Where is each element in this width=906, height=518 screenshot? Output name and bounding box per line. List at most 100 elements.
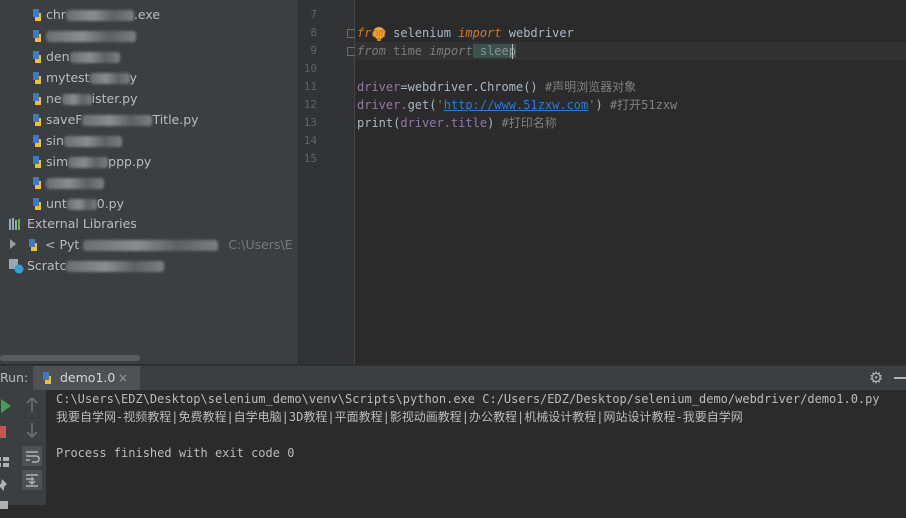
module-name: time [385, 44, 430, 58]
python-sdk-node[interactable]: < Pyt C:\Users\E [26, 234, 293, 255]
run-tab-label: demo1.0 [60, 370, 116, 385]
code-line-9[interactable]: from time import sleep [357, 42, 516, 60]
external-libraries-node[interactable]: External Libraries [8, 213, 137, 234]
project-file-item[interactable]: ne ister.py [30, 88, 138, 109]
project-file-item[interactable] [30, 172, 104, 193]
file-name-tail: .exe [133, 7, 161, 22]
python-file-icon [33, 51, 41, 63]
project-file-item[interactable]: sin [30, 130, 122, 151]
scratches-node[interactable]: Scratc [8, 255, 165, 276]
code-line-12[interactable]: driver.get('http://www.51zxw.com') #打开51… [357, 96, 677, 114]
minimize-icon[interactable] [894, 377, 906, 379]
redacted-text [69, 52, 120, 63]
editor-gutter: 7 8 9 10 11 12 13 14 15 [299, 0, 356, 364]
expand-arrow-icon[interactable] [10, 239, 16, 249]
close-icon[interactable]: × [118, 366, 128, 390]
redacted-text [66, 199, 97, 210]
function-call: get [407, 98, 430, 112]
project-file-item[interactable]: den [30, 46, 120, 67]
import-name: webdriver [501, 26, 574, 40]
operator: = [400, 80, 408, 94]
project-file-item[interactable]: sim ppp.py [30, 151, 151, 172]
line-number: 12 [303, 98, 317, 111]
object: webdriver. [407, 80, 480, 94]
project-horizontal-scrollbar[interactable] [0, 355, 140, 361]
comment: #声明浏览器对象 [544, 80, 637, 94]
comment: #打印名称 [501, 116, 557, 130]
python-file-icon [33, 156, 41, 168]
redacted-text [46, 31, 136, 42]
python-file-icon [43, 372, 51, 384]
external-libraries-label: External Libraries [27, 216, 137, 231]
file-name-tail: ister.py [91, 91, 138, 106]
file-name-tail: y [129, 70, 137, 85]
file-name: sin [46, 133, 64, 148]
down-arrow-icon[interactable] [22, 420, 42, 440]
line-number: 11 [303, 80, 317, 93]
project-file-item[interactable]: mytest y [30, 67, 137, 88]
run-tab-demo[interactable]: demo1.0 × [33, 366, 140, 390]
python-sdk-path: C:\Users\E [228, 237, 293, 252]
redacted-text [63, 136, 122, 147]
python-file-icon [33, 198, 41, 210]
code-editor[interactable]: from selenium import webdriver from time… [355, 0, 906, 364]
paren: () [523, 80, 545, 94]
line-number: 15 [303, 152, 317, 165]
code-line-11[interactable]: driver=webdriver.Chrome() #声明浏览器对象 [357, 78, 636, 96]
python-file-icon [33, 114, 41, 126]
redacted-text [82, 115, 153, 126]
pin-icon[interactable] [0, 476, 12, 496]
project-file-item[interactable] [30, 25, 136, 46]
argument: driver.title [400, 116, 488, 130]
python-file-icon [33, 30, 41, 42]
function-call: Chrome [479, 80, 524, 94]
library-icon [9, 218, 20, 230]
python-file-icon [33, 9, 41, 21]
python-file-icon [33, 177, 41, 189]
project-file-item[interactable]: saveF Title.py [30, 109, 199, 130]
redacted-text [89, 73, 130, 84]
line-number: 13 [303, 116, 317, 129]
redacted-text [46, 178, 104, 189]
paren: ) [487, 116, 502, 130]
print-icon[interactable] [0, 498, 12, 518]
python-sdk-icon [29, 239, 37, 251]
text-caret [512, 44, 513, 59]
stop-icon[interactable] [0, 422, 10, 442]
keyword: from [357, 44, 386, 58]
file-name-tail: ppp.py [108, 154, 152, 169]
redacted-text [66, 261, 165, 272]
rerun-icon[interactable] [0, 396, 16, 416]
keyword: from [357, 26, 386, 40]
project-file-item[interactable]: chr .exe [30, 4, 160, 25]
run-console[interactable]: C:\Users\EDZ\Desktop\selenium_demo\venv\… [47, 390, 906, 505]
redacted-text [61, 94, 92, 105]
redacted-text [65, 10, 134, 21]
function-call: print [357, 116, 394, 130]
scratches-label: Scratc [27, 258, 67, 273]
scratches-icon [9, 259, 24, 274]
code-line-13[interactable]: print(driver.title) #打印名称 [357, 114, 557, 132]
file-name: sim [46, 154, 69, 169]
url-string[interactable]: http://www.51zxw.com [444, 98, 589, 112]
file-name: unt [46, 196, 67, 211]
python-sdk-label: < Pyt [45, 237, 80, 252]
gear-icon[interactable]: ⚙ [869, 369, 883, 387]
paren: ( [429, 98, 437, 112]
up-arrow-icon[interactable] [22, 395, 42, 415]
line-number: 9 [310, 44, 317, 57]
file-name: saveF [46, 112, 83, 127]
soft-wrap-icon[interactable] [22, 446, 42, 466]
paren: ) [595, 98, 610, 112]
file-name-tail: Title.py [152, 112, 199, 127]
line-number: 14 [303, 134, 317, 147]
run-toolbar [0, 390, 46, 509]
project-file-item[interactable]: unt 0.py [30, 193, 124, 214]
project-tool-window: chr .exe den mytest y ne ister.py saveF Titl… [0, 0, 298, 364]
console-line-exit: Process finished with exit code 0 [56, 446, 295, 460]
scroll-to-end-icon[interactable] [22, 470, 42, 490]
layout-icon[interactable] [0, 452, 12, 472]
code-line-8[interactable]: from selenium import webdriver [357, 24, 574, 42]
module-name: selenium [385, 26, 459, 40]
run-tool-window-header: Run: demo1.0 × ⚙ [0, 365, 906, 390]
